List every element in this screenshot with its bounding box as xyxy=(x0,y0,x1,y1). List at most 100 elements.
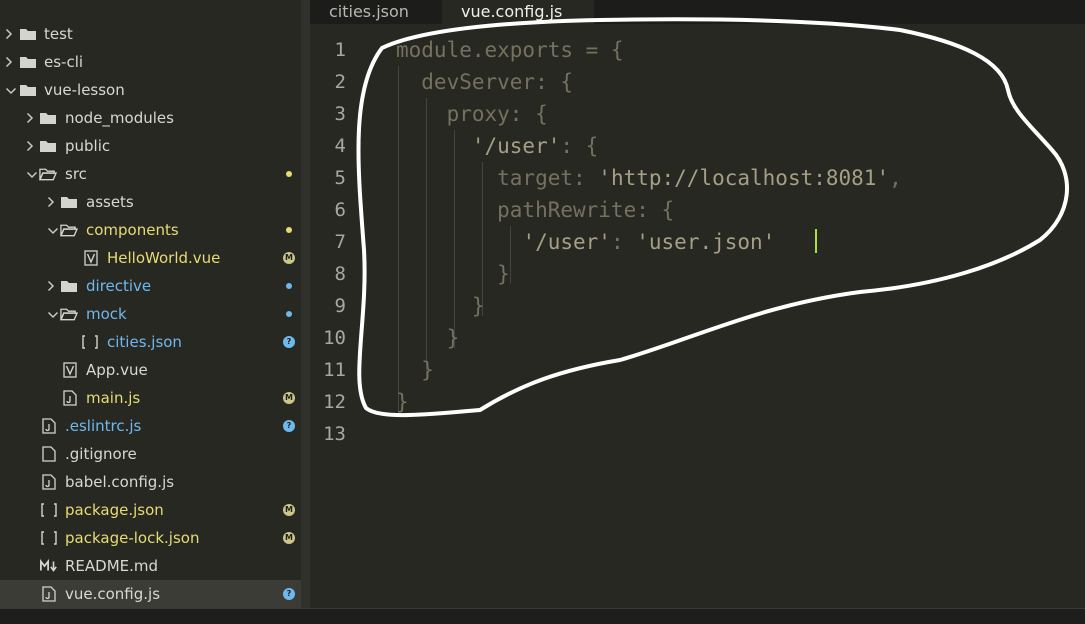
modified-dot-badge xyxy=(286,171,292,177)
git-modified-badge: M xyxy=(283,252,295,264)
sidebar-item-readme-md[interactable]: README.md xyxy=(0,552,301,580)
code-token: devServer: { xyxy=(396,70,574,94)
tab-bar: cities.json vue.config.js xyxy=(310,0,1085,24)
git-untracked-badge: ? xyxy=(283,420,295,432)
sidebar-item-directive[interactable]: directive xyxy=(0,272,301,300)
folder-closed-icon xyxy=(60,194,78,210)
sidebar-item-label: .gitignore xyxy=(65,445,137,463)
code-line[interactable]: } xyxy=(396,386,409,418)
code-token: } xyxy=(396,326,460,350)
sidebar-item-label: src xyxy=(65,165,87,183)
line-number: 3 xyxy=(334,103,346,125)
json-file-icon xyxy=(40,502,58,518)
chevron-down-icon[interactable] xyxy=(47,311,59,323)
status-bar xyxy=(0,608,1085,624)
chevron-right-icon[interactable] xyxy=(26,140,36,152)
code-token: target: xyxy=(396,166,599,190)
sidebar-item-label: components xyxy=(86,221,179,239)
chevron-right-icon[interactable] xyxy=(47,196,57,208)
sidebar-item-vue-config-js[interactable]: vue.config.js? xyxy=(0,580,301,608)
code-line[interactable]: pathRewrite: { xyxy=(396,194,674,226)
code-token: , xyxy=(889,166,902,190)
sidebar-item-gitignore[interactable]: .gitignore xyxy=(0,440,301,468)
code-token: } xyxy=(396,294,485,318)
code-string: '/user' xyxy=(471,134,561,158)
sidebar-item-label: assets xyxy=(86,193,134,211)
code-line[interactable]: module.exports = { xyxy=(396,34,624,66)
chevron-right-icon[interactable] xyxy=(5,56,15,68)
tab-cities-json[interactable]: cities.json xyxy=(310,0,440,24)
sidebar-item-label: es-cli xyxy=(44,53,84,71)
code-line[interactable]: devServer: { xyxy=(396,66,573,98)
sidebar-item-main-js[interactable]: main.js M xyxy=(0,384,301,412)
sidebar-item-es-cli[interactable]: es-cli xyxy=(0,48,301,76)
modified-dot-badge xyxy=(286,283,292,289)
code-line[interactable]: } xyxy=(396,290,485,322)
sidebar-item-label: App.vue xyxy=(86,361,148,379)
line-number: 5 xyxy=(334,167,346,189)
sidebar-item-package-lock-json[interactable]: package-lock.json M xyxy=(0,524,301,552)
line-number: 13 xyxy=(323,423,346,445)
sidebar-item-label: vue-lesson xyxy=(44,81,125,99)
sidebar-scrollbar[interactable] xyxy=(301,0,310,608)
folder-closed-icon xyxy=(19,54,37,70)
sidebar-item-test[interactable]: test xyxy=(0,20,301,48)
tab-label: vue.config.js xyxy=(461,2,563,21)
code-line[interactable]: target: 'http://localhost:8081', xyxy=(396,162,902,194)
git-untracked-badge: ? xyxy=(283,588,295,600)
sidebar-item-babel-config-js[interactable]: babel.config.js xyxy=(0,468,301,496)
file-tree-sidebar: test es-cli vue-lesson node_modules public sr… xyxy=(0,0,301,608)
code-token: } xyxy=(396,390,409,414)
folder-closed-icon xyxy=(19,82,37,98)
code-token: proxy: { xyxy=(396,102,548,126)
sidebar-item-assets[interactable]: assets xyxy=(0,188,301,216)
code-string: 'user.json' xyxy=(636,230,776,254)
sidebar-item-app-vue[interactable]: App.vue xyxy=(0,356,301,384)
modified-dot-badge xyxy=(286,311,292,317)
chevron-down-icon[interactable] xyxy=(26,171,38,183)
chevron-right-icon[interactable] xyxy=(5,28,15,40)
code-line[interactable]: } xyxy=(396,322,460,354)
code-string: 'http://localhost:8081' xyxy=(598,166,890,190)
sidebar-item-label: README.md xyxy=(65,557,159,575)
sidebar-item-node-modules[interactable]: node_modules xyxy=(0,104,301,132)
line-number: 6 xyxy=(334,199,346,221)
line-number: 1 xyxy=(334,39,346,61)
sidebar-item-vue-lesson[interactable]: vue-lesson xyxy=(0,76,301,104)
git-modified-badge: M xyxy=(283,392,295,404)
text-cursor xyxy=(815,229,817,253)
sidebar-item-eslintrc-js[interactable]: .eslintrc.js? xyxy=(0,412,301,440)
tab-vue-config-js[interactable]: vue.config.js xyxy=(442,0,594,24)
code-line[interactable]: } xyxy=(396,354,434,386)
folder-open-icon xyxy=(60,306,78,322)
line-number: 2 xyxy=(334,71,346,93)
code-line[interactable]: } xyxy=(396,258,510,290)
line-number: 8 xyxy=(334,263,346,285)
sidebar-item-mock[interactable]: mock xyxy=(0,300,301,328)
sidebar-item-cities-json[interactable]: cities.json? xyxy=(0,328,301,356)
code-token: : { xyxy=(560,134,599,158)
code-line[interactable]: '/user': { xyxy=(396,130,598,162)
sidebar-item-label: vue.config.js xyxy=(65,585,161,603)
sidebar-item-components[interactable]: components xyxy=(0,216,301,244)
code-editor[interactable]: 1 2 3 4 5 6 7 8 9 10 11 12 13 module.exports = { devS… xyxy=(310,24,1085,608)
sidebar-item-helloworld-vue[interactable]: HelloWorld.vue M xyxy=(0,244,301,272)
sidebar-item-src[interactable]: src xyxy=(0,160,301,188)
chevron-down-icon[interactable] xyxy=(47,227,59,239)
modified-dot-badge xyxy=(286,227,292,233)
sidebar-item-label: test xyxy=(44,25,73,43)
chevron-right-icon[interactable] xyxy=(47,280,57,292)
git-modified-badge: M xyxy=(283,504,295,516)
sidebar-item-label: directive xyxy=(86,277,152,295)
sidebar-item-package-json[interactable]: package.json M xyxy=(0,496,301,524)
code-line[interactable]: '/user': 'user.json' xyxy=(396,226,775,258)
chevron-right-icon[interactable] xyxy=(26,112,36,124)
chevron-down-icon[interactable] xyxy=(5,87,17,99)
git-modified-badge: M xyxy=(283,532,295,544)
code-line[interactable]: proxy: { xyxy=(396,98,548,130)
sidebar-item-label: package.json xyxy=(65,501,164,519)
line-number: 7 xyxy=(334,231,346,253)
sidebar-item-public[interactable]: public xyxy=(0,132,301,160)
json-file-icon xyxy=(81,334,99,350)
